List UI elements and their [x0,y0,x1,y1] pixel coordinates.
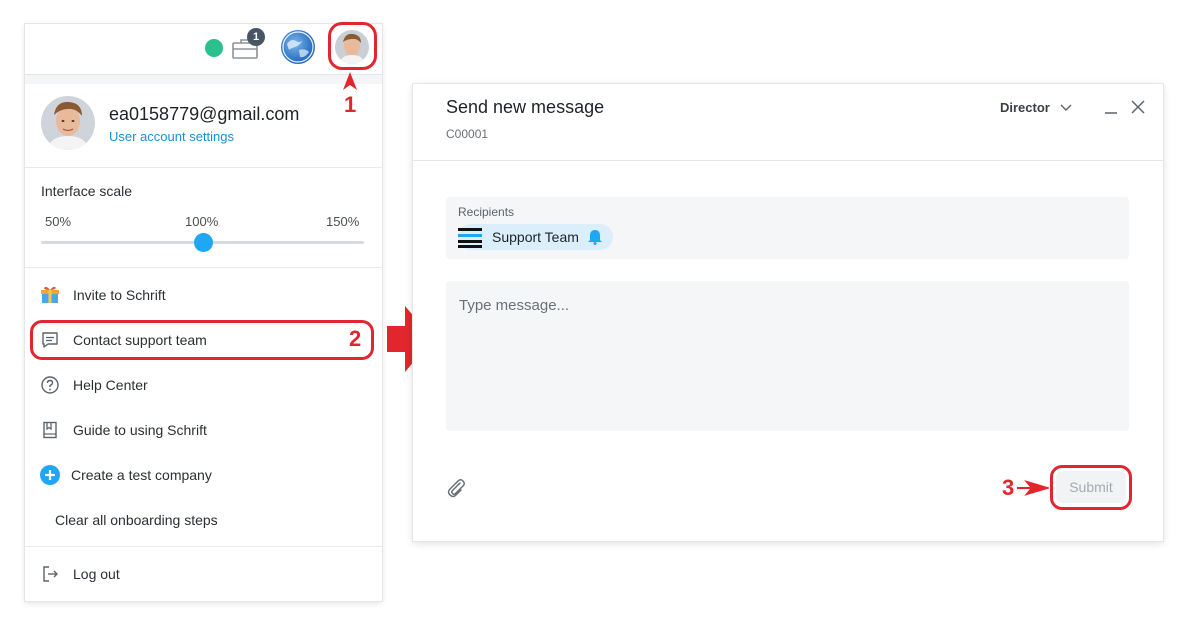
dialog-title: Send new message [446,97,605,117]
annotation-highlight-avatar [328,22,377,70]
menu-item-log-out[interactable]: Log out [25,554,382,594]
menu-item-label: Guide to using Schrift [73,422,207,438]
bell-icon [588,230,602,245]
close-icon[interactable] [1129,98,1147,116]
annotation-arrow-right-icon [1017,480,1049,496]
gift-icon [39,284,61,306]
user-photo [41,96,95,150]
globe-icon [282,31,314,63]
annotation-highlight-contact-support [30,320,374,360]
menu-item-label: Invite to Schrift [73,287,166,303]
recipients-field[interactable]: Recipients Support Team [446,197,1129,259]
recipient-chip-label: Support Team [492,229,579,245]
user-avatar-large [41,96,95,150]
user-account-settings-link[interactable]: User account settings [109,129,234,144]
annotation-step-3: 3 [1002,475,1015,500]
account-dropdown-panel: 1 ea0158779@gmail.com User account setti… [25,22,382,601]
menu-item-help-center[interactable]: Help Center [25,365,382,405]
menu-item-invite[interactable]: Invite to Schrift [25,275,382,315]
menu-item-label: Log out [73,566,120,582]
user-email: ea0158779@gmail.com [109,104,300,124]
top-bar: 1 [25,22,382,74]
scale-label-mid: 100% [185,214,219,229]
interface-scale-slider-thumb[interactable] [194,233,213,252]
annotation-highlight-submit [1050,465,1132,510]
scale-label-max: 150% [326,214,360,229]
annotation-step-2: 2 [349,326,362,351]
interface-scale-section: Interface scale 50% 100% 150% [25,168,382,268]
message-placeholder: Type message... [459,297,570,314]
annotation-step-1: 1 [344,92,357,117]
menu-item-label: Help Center [73,377,148,393]
menu-divider [25,546,382,547]
menu-item-create-test-company[interactable]: Create a test company [25,455,382,495]
minimize-icon[interactable] [1103,98,1119,116]
scale-label-min: 50% [45,214,72,229]
company-globe-avatar[interactable] [281,30,315,64]
menu-item-label: Clear all onboarding steps [55,512,218,528]
chevron-down-icon[interactable] [1059,101,1073,113]
menu-item-label: Create a test company [71,467,212,483]
paperclip-icon[interactable] [446,477,466,499]
notification-badge: 1 [247,28,265,46]
menu-item-guide[interactable]: Guide to using Schrift [25,410,382,450]
book-icon [39,419,61,441]
message-textarea[interactable]: Type message... [446,281,1129,431]
recipients-label: Recipients [458,205,515,219]
dialog-company-code: C00001 [446,127,489,141]
menu-item-clear-onboarding[interactable]: Clear all onboarding steps [25,500,382,540]
recipient-chip[interactable]: Support Team [458,224,613,250]
plus-circle-icon [39,464,61,486]
interface-scale-title: Interface scale [41,183,133,199]
support-team-logo-icon [458,228,482,248]
send-message-dialog: Send new message C00001 Director Recipie… [413,84,1163,541]
user-info-section: ea0158779@gmail.com User account setting… [25,84,382,168]
role-selector[interactable]: Director [1000,100,1050,115]
logout-icon [39,563,61,585]
online-status-dot [205,39,223,57]
help-circle-icon [39,374,61,396]
dialog-header-divider [413,160,1163,161]
